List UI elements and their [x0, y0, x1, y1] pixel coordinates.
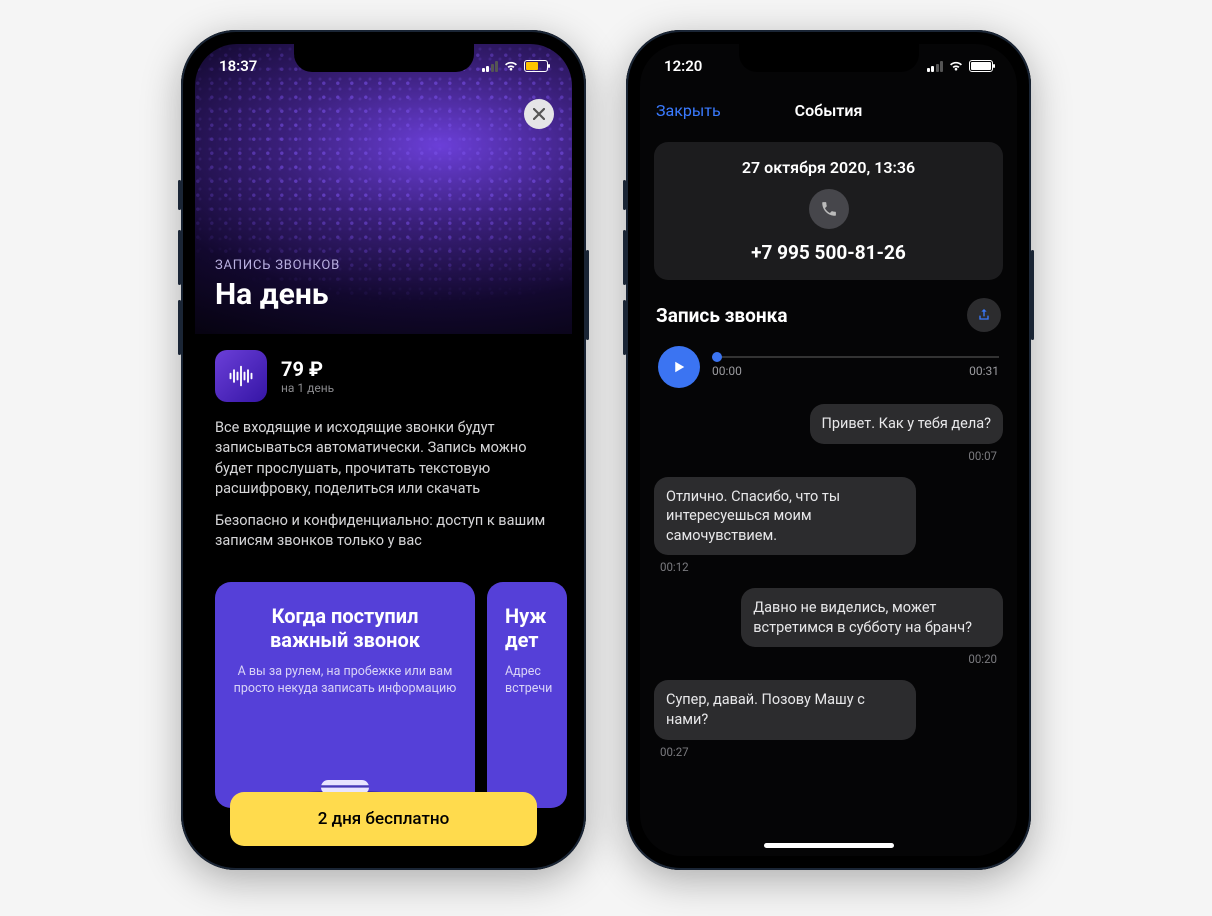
card-sub: А вы за рулем, на пробежке или вам прост… — [233, 664, 457, 698]
status-time: 18:37 — [219, 57, 257, 75]
card-sub: Адресвстречи — [505, 664, 549, 698]
wifi-icon — [503, 60, 519, 72]
price-amount: 79 ₽ — [281, 357, 334, 381]
cta-label: 2 дня бесплатно — [318, 809, 450, 829]
track-slider[interactable]: 00:00 00:31 — [712, 350, 999, 384]
card-title: Когда поступил важный звонок — [233, 604, 457, 652]
waveform-icon — [215, 350, 267, 402]
chat-bubble: Отлично. Спасибо, что ты интересуешься м… — [654, 477, 916, 556]
screen-left: 18:37 ЗАПИСЬ ЗВОНКОВ На день — [195, 44, 572, 856]
wifi-icon — [948, 60, 964, 72]
phone-icon — [820, 200, 838, 218]
desc-line-2: Безопасно и конфиденциально: доступ к ва… — [215, 511, 552, 552]
hero-title: На день — [215, 277, 340, 312]
chat-time: 00:27 — [654, 745, 695, 759]
price-period: на 1 день — [281, 381, 334, 395]
phone-icon-button[interactable] — [809, 189, 849, 229]
status-time: 12:20 — [664, 57, 702, 75]
description: Все входящие и исходящие звонки будут за… — [195, 402, 572, 552]
cards-row[interactable]: Когда поступил важный звонок А вы за рул… — [195, 564, 572, 808]
cta-button[interactable]: 2 дня бесплатно — [230, 792, 537, 846]
chat-message: Давно не виделись, может встретимся в су… — [741, 588, 1003, 666]
close-button[interactable] — [524, 99, 554, 129]
close-icon — [533, 108, 545, 120]
chat-bubble: Давно не виделись, может встретимся в су… — [741, 588, 1003, 647]
chat-time: 00:20 — [962, 652, 1003, 666]
feature-card-2[interactable]: Нуждет Адресвстречи — [487, 582, 567, 808]
section-title-row: Запись звонка — [654, 298, 1003, 332]
feature-card-1[interactable]: Когда поступил важный звонок А вы за рул… — [215, 582, 475, 808]
hero-eyebrow: ЗАПИСЬ ЗВОНКОВ — [215, 258, 340, 273]
share-icon — [976, 307, 992, 323]
share-button[interactable] — [967, 298, 1001, 332]
phone-mockup-right: 12:20 Закрыть События 27 октября 2020, 1… — [626, 30, 1031, 870]
audio-player: 00:00 00:31 — [654, 346, 1003, 388]
home-indicator[interactable] — [764, 843, 894, 848]
chat-message: Отлично. Спасибо, что ты интересуешься м… — [654, 477, 916, 575]
nav-close-button[interactable]: Закрыть — [656, 101, 721, 120]
desc-line-1: Все входящие и исходящие звонки будут за… — [215, 418, 552, 499]
call-number: +7 995 500-81-26 — [666, 241, 991, 264]
chat-thread: Привет. Как у тебя дела? 00:07 Отлично. Сп… — [654, 404, 1003, 773]
chat-message: Супер, давай. Позову Машу с нами? 00:27 — [654, 680, 916, 758]
chat-bubble: Супер, давай. Позову Машу с нами? — [654, 680, 916, 739]
chat-time: 00:07 — [962, 449, 1003, 463]
play-button[interactable] — [658, 346, 700, 388]
battery-icon — [524, 60, 548, 72]
chat-bubble: Привет. Как у тебя дела? — [810, 404, 1003, 444]
screen-right: 12:20 Закрыть События 27 октября 2020, 1… — [640, 44, 1017, 856]
chat-message: Привет. Как у тебя дела? 00:07 — [810, 404, 1003, 463]
battery-icon — [969, 60, 993, 72]
call-date: 27 октября 2020, 13:36 — [666, 158, 991, 177]
phone-mockup-left: 18:37 ЗАПИСЬ ЗВОНКОВ На день — [181, 30, 586, 870]
call-header-panel: 27 октября 2020, 13:36 +7 995 500-81-26 — [654, 142, 1003, 280]
signal-icon — [482, 61, 499, 72]
signal-icon — [927, 61, 944, 72]
chat-time: 00:12 — [654, 560, 695, 574]
track-time-start: 00:00 — [712, 364, 742, 378]
price-row: 79 ₽ на 1 день — [195, 334, 572, 402]
nav-title: События — [795, 101, 863, 120]
track-time-end: 00:31 — [969, 364, 999, 378]
content-scroll[interactable]: 27 октября 2020, 13:36 +7 995 500-81-26 … — [640, 132, 1017, 856]
section-title: Запись звонка — [656, 304, 788, 327]
play-icon — [670, 358, 688, 376]
navbar: Закрыть События — [640, 88, 1017, 132]
card-title: Нуждет — [505, 604, 549, 652]
